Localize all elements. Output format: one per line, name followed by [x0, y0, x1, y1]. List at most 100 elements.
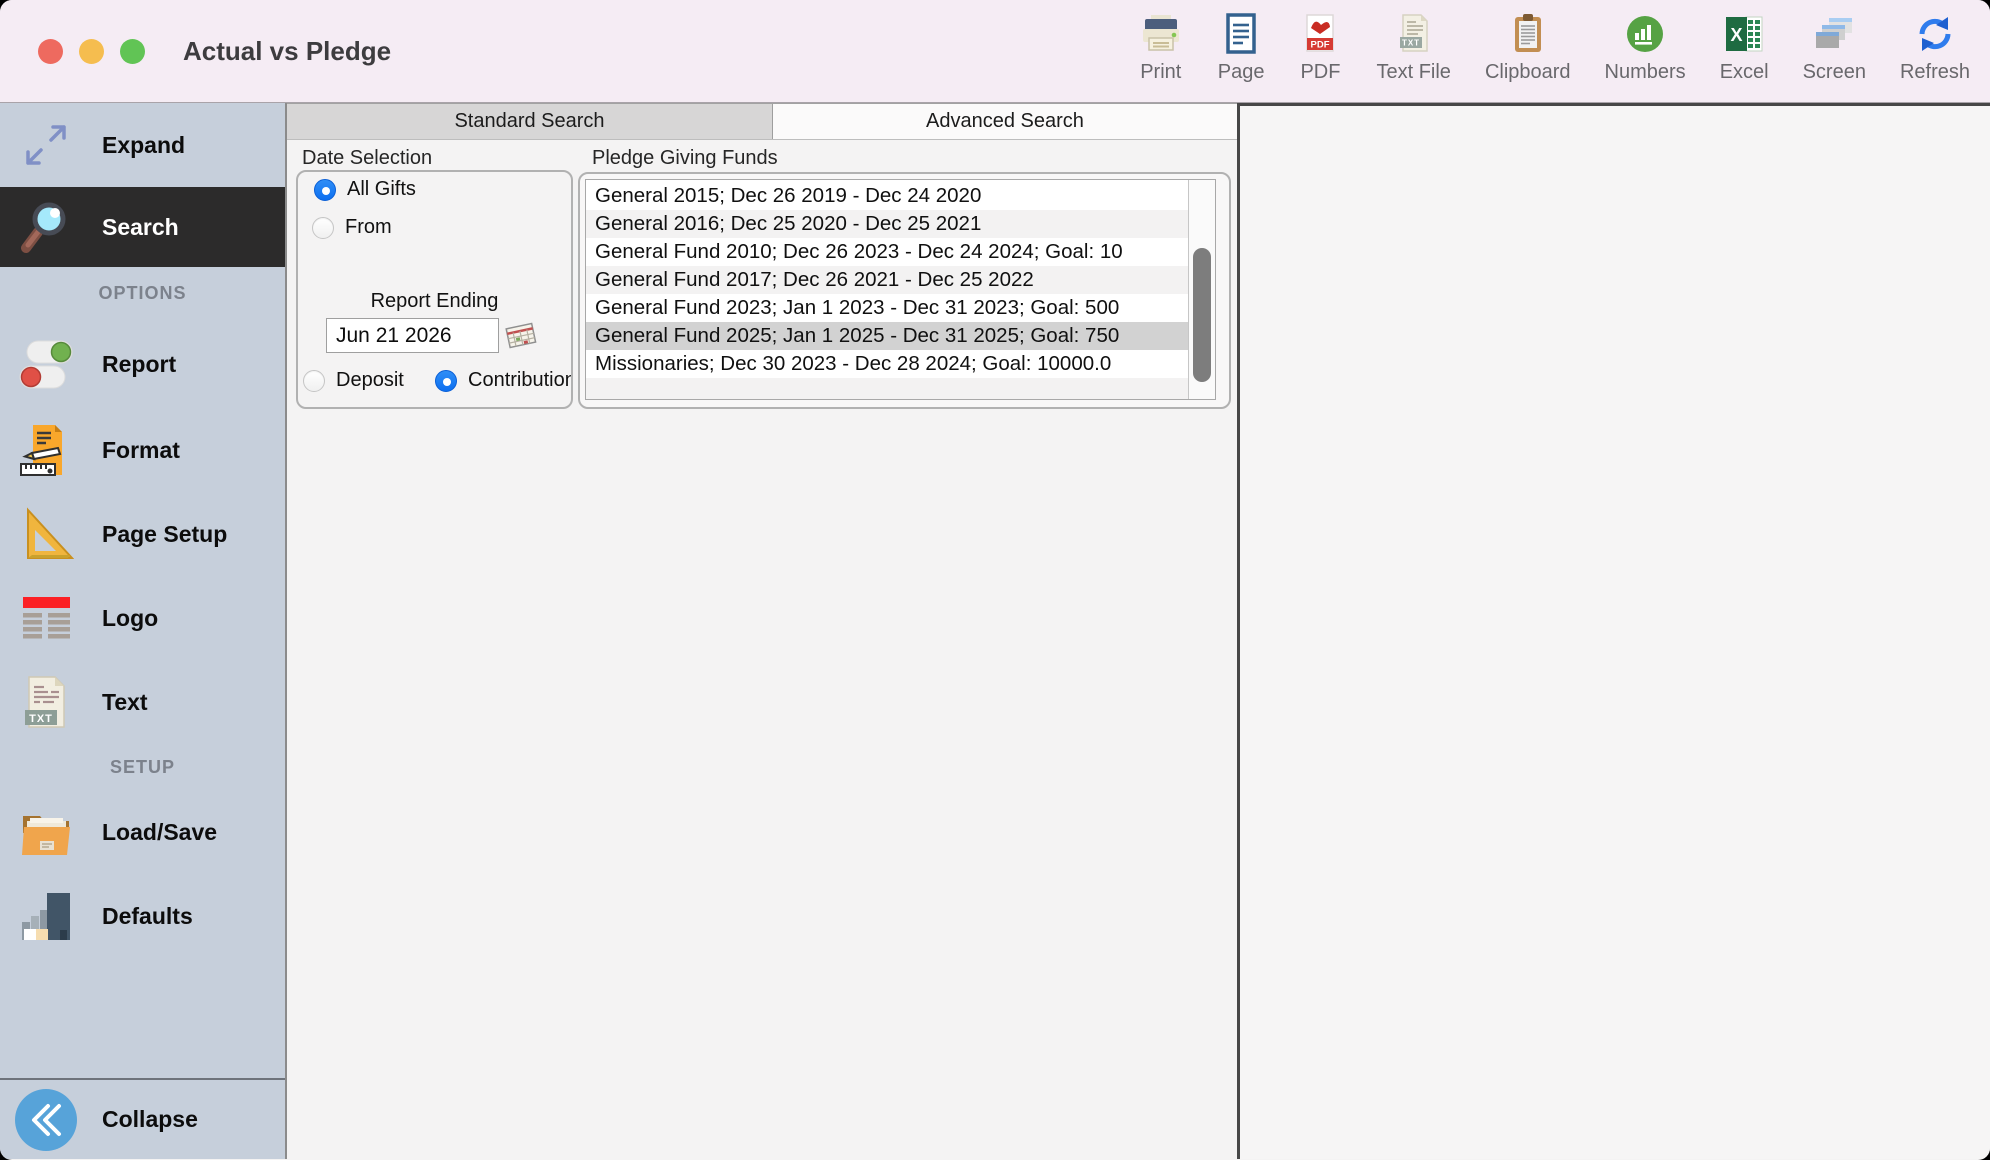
toolbar: Print Page: [1138, 8, 1970, 83]
toolbar-label: Screen: [1803, 61, 1866, 83]
sidebar-item-defaults[interactable]: Defaults: [0, 874, 285, 958]
zoom-button[interactable]: [120, 39, 145, 64]
toolbar-label: Text File: [1376, 61, 1450, 83]
all-gifts-label: All Gifts: [347, 178, 416, 201]
toolbar-label: Clipboard: [1485, 61, 1571, 83]
pledge-giving-funds-group: General 2015; Dec 26 2019 - Dec 24 2020 …: [578, 172, 1231, 409]
pdf-button[interactable]: PDF PDF: [1298, 8, 1342, 83]
from-option: From: [312, 216, 392, 239]
tab-standard-search[interactable]: Standard Search: [287, 104, 773, 139]
sidebar-item-page-setup[interactable]: Page Setup: [0, 492, 285, 576]
funds-scrollbar-thumb[interactable]: [1193, 248, 1211, 382]
text-file-button[interactable]: TXT Text File: [1376, 8, 1450, 83]
minimize-button[interactable]: [79, 39, 104, 64]
date-selection-group: All Gifts From Report Ending Jun 21 2026: [296, 170, 573, 409]
toolbar-label: Print: [1140, 61, 1181, 83]
sidebar-item-format[interactable]: Format: [0, 408, 285, 492]
expand-arrows-icon: [14, 117, 78, 173]
tab-advanced-search[interactable]: Advanced Search: [773, 104, 1237, 139]
sidebar-item-label: Page Setup: [102, 521, 227, 548]
pdf-icon: PDF: [1298, 8, 1342, 56]
svg-text:TXT: TXT: [29, 713, 53, 725]
sidebar-section-setup: SETUP: [0, 744, 285, 790]
fund-row[interactable]: General Fund 2023; Jan 1 2023 - Dec 31 2…: [586, 294, 1188, 322]
fund-row[interactable]: General Fund 2010; Dec 26 2023 - Dec 24 …: [586, 238, 1188, 266]
refresh-icon: [1913, 8, 1957, 56]
refresh-button[interactable]: Refresh: [1900, 8, 1970, 83]
fund-row-selected[interactable]: General Fund 2025; Jan 1 2025 - Dec 31 2…: [586, 322, 1188, 350]
window-body: Expand Search OPTIONS: [0, 103, 1990, 1159]
sidebar-item-search[interactable]: Search: [0, 187, 285, 267]
report-ending-label: Report Ending: [298, 290, 571, 313]
svg-text:PDF: PDF: [1311, 40, 1330, 51]
funds-scrollbar-track[interactable]: [1188, 180, 1215, 399]
contribution-radio[interactable]: [435, 370, 457, 392]
toolbar-label: Page: [1218, 61, 1265, 83]
excel-icon: X: [1722, 8, 1766, 56]
fund-row[interactable]: General 2015; Dec 26 2019 - Dec 24 2020: [586, 182, 1188, 210]
sidebar-item-label: Defaults: [102, 903, 193, 930]
deposit-label: Deposit: [336, 369, 404, 392]
fund-row[interactable]: Missionaries; Dec 30 2023 - Dec 28 2024;…: [586, 350, 1188, 378]
contribution-label: Contribution: [468, 369, 573, 392]
calendar-icon: [504, 339, 538, 354]
deposit-radio[interactable]: [303, 370, 325, 392]
sidebar-item-load-save[interactable]: Load/Save: [0, 790, 285, 874]
all-gifts-option: All Gifts: [314, 178, 416, 201]
from-radio[interactable]: [312, 217, 334, 239]
toggle-switches-icon: [14, 335, 78, 393]
sidebar-item-logo[interactable]: Logo: [0, 576, 285, 660]
excel-button[interactable]: X Excel: [1720, 8, 1769, 83]
printer-icon: [1138, 8, 1184, 56]
sidebar-item-report[interactable]: Report: [0, 320, 285, 408]
page-button[interactable]: Page: [1218, 8, 1265, 83]
calendar-picker-button[interactable]: [504, 321, 538, 354]
funds-list: General 2015; Dec 26 2019 - Dec 24 2020 …: [585, 179, 1216, 400]
toolbar-label: PDF: [1300, 61, 1340, 83]
sidebar-item-collapse[interactable]: Collapse: [0, 1078, 285, 1159]
print-button[interactable]: Print: [1138, 8, 1184, 83]
fund-row-empty: [586, 378, 1188, 400]
funds-rows: General 2015; Dec 26 2019 - Dec 24 2020 …: [586, 182, 1188, 400]
deposit-option: Deposit: [303, 369, 404, 392]
toolbar-label: Refresh: [1900, 61, 1970, 83]
numbers-chart-icon: [1623, 8, 1667, 56]
numbers-button[interactable]: Numbers: [1605, 8, 1686, 83]
from-label: From: [345, 216, 392, 239]
svg-text:X: X: [1731, 25, 1743, 45]
pledge-giving-funds-label: Pledge Giving Funds: [592, 147, 778, 170]
titlebar: Actual vs Pledge Print: [0, 0, 1990, 103]
report-ending-field[interactable]: Jun 21 2026: [326, 318, 499, 353]
collapse-circle-icon: [14, 1088, 78, 1152]
contribution-option: Contribution: [435, 369, 573, 392]
sidebar-item-label: Load/Save: [102, 819, 217, 846]
fund-row[interactable]: General 2016; Dec 25 2020 - Dec 25 2021: [586, 210, 1188, 238]
sidebar-section-options: OPTIONS: [0, 267, 285, 320]
toolbar-label: Numbers: [1605, 61, 1686, 83]
svg-text:TXT: TXT: [1402, 39, 1420, 48]
sidebar-item-expand[interactable]: Expand: [0, 103, 285, 187]
close-button[interactable]: [38, 39, 63, 64]
sidebar-item-label: Logo: [102, 605, 158, 632]
sidebar-item-label: Report: [102, 351, 176, 378]
screen-button[interactable]: Screen: [1803, 8, 1866, 83]
date-selection-label: Date Selection: [302, 147, 432, 170]
sidebar: Expand Search OPTIONS: [0, 103, 287, 1159]
magnifier-icon: [14, 199, 78, 255]
sidebar-item-text[interactable]: TXT Text: [0, 660, 285, 744]
screen-windows-icon: [1812, 8, 1856, 56]
sidebar-item-label: Collapse: [102, 1106, 198, 1133]
main-pane: Standard Search Advanced Search Date Sel…: [287, 103, 1237, 1159]
open-folder-icon: [14, 804, 78, 860]
sidebar-item-label: Search: [102, 214, 179, 241]
txt-document-icon: TXT: [14, 674, 78, 730]
all-gifts-radio[interactable]: [314, 179, 336, 201]
clipboard-button[interactable]: Clipboard: [1485, 8, 1571, 83]
sidebar-item-label: Expand: [102, 132, 185, 159]
fund-row[interactable]: General Fund 2017; Dec 26 2021 - Dec 25 …: [586, 266, 1188, 294]
page-icon: [1219, 8, 1263, 56]
factory-icon: [14, 888, 78, 944]
toolbar-label: Excel: [1720, 61, 1769, 83]
clipboard-icon: [1506, 8, 1550, 56]
text-file-icon: TXT: [1392, 8, 1436, 56]
